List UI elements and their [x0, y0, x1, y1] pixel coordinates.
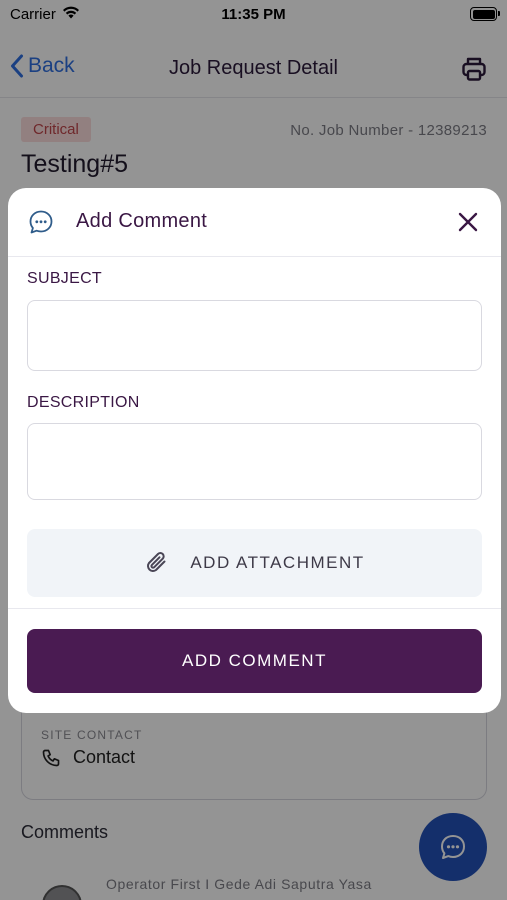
close-button[interactable] — [457, 211, 479, 233]
modal-title: Add Comment — [76, 210, 208, 232]
subject-input[interactable] — [27, 300, 482, 371]
description-input[interactable] — [27, 423, 482, 500]
add-attachment-button[interactable]: ADD ATTACHMENT — [27, 529, 482, 597]
add-comment-button[interactable]: ADD COMMENT — [27, 629, 482, 693]
add-comment-label: ADD COMMENT — [182, 651, 327, 670]
paperclip-icon — [147, 552, 166, 572]
add-comment-modal: Add Comment SUBJECT DESCRIPTION ADD ATTA… — [8, 188, 501, 713]
comment-bubble-icon — [28, 209, 54, 240]
close-icon — [458, 212, 478, 232]
description-label: DESCRIPTION — [27, 394, 140, 411]
add-attachment-label: ADD ATTACHMENT — [190, 553, 365, 572]
subject-label: SUBJECT — [27, 270, 102, 287]
modal-header: Add Comment — [8, 188, 501, 257]
modal-divider — [8, 608, 501, 609]
